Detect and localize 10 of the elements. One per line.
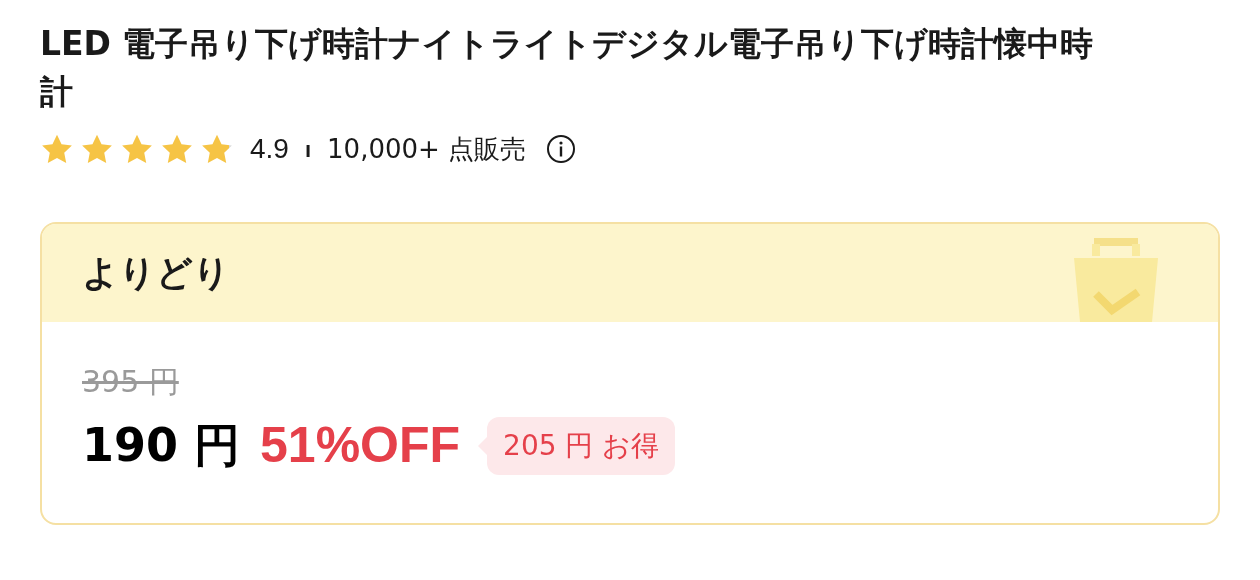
savings-badge: 205 円 お得 [487, 416, 676, 475]
sold-count: 10,000+ 点販売 [327, 132, 527, 166]
sale-price: 190 円 [82, 417, 241, 474]
separator: ı [304, 135, 312, 164]
original-price: 395 円 [82, 364, 179, 400]
rating-score: 4.9 [250, 132, 289, 166]
deal-title: よりどり [82, 251, 230, 295]
product-title: LED 電子吊り下げ時計ナイトライトデジタル電子吊り下げ時計懐中時計 [40, 23, 1095, 113]
discount-percent: 51%OFF [260, 416, 461, 475]
info-icon[interactable] [546, 134, 577, 164]
